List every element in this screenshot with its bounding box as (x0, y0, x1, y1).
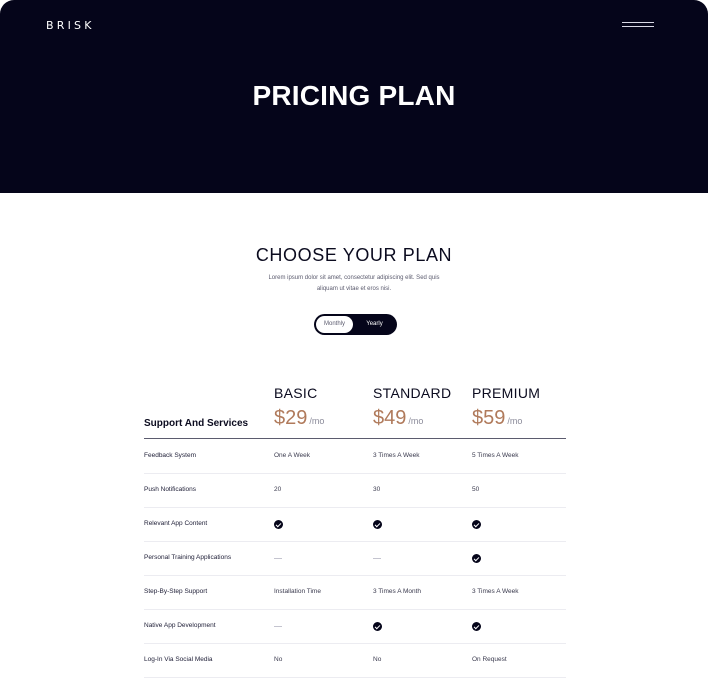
dash-icon (274, 626, 282, 627)
feature-label: Feedback System (144, 452, 197, 459)
table-row: Native App Development (144, 609, 566, 644)
feature-label: Log-In Via Social Media (144, 656, 213, 663)
table-cell: 3 Times A Week (373, 452, 420, 459)
hero-banner: BRISK PRICING PLAN (0, 0, 708, 193)
table-row: Push Notifications 20 30 50 (144, 473, 566, 508)
dash-icon (373, 558, 381, 559)
hamburger-menu-icon[interactable] (622, 20, 654, 30)
table-cell: One A Week (274, 452, 311, 459)
check-circle-icon (373, 622, 382, 631)
price-amount: $29 (274, 407, 308, 429)
table-cell: 50 (472, 486, 480, 493)
menu-line-top (622, 22, 654, 23)
plan-price-basic: $29/mo (274, 407, 324, 430)
table-row: Relevant App Content (144, 507, 566, 542)
billing-period-toggle[interactable]: Monthly Yearly (314, 314, 397, 335)
price-period: /mo (507, 416, 523, 426)
check-circle-icon (274, 520, 283, 529)
price-period: /mo (309, 416, 325, 426)
table-row: Personal Training Applications (144, 541, 566, 576)
plan-price-premium: $59/mo (472, 407, 522, 430)
price-amount: $59 (472, 407, 506, 429)
table-row: Feedback System One A Week 3 Times A Week 5… (144, 439, 566, 474)
table-cell: 30 (373, 486, 381, 493)
feature-label: Step-By-Step Support (144, 588, 208, 595)
toggle-monthly-option[interactable]: Monthly (316, 316, 353, 333)
table-cell: 3 Times A Month (373, 588, 422, 595)
table-row: Step-By-Step Support Installation Time 3 T… (144, 575, 566, 610)
section-description: Lorem ipsum dolor sit amet, consectetur … (268, 275, 440, 292)
feature-label: Relevant App Content (144, 520, 208, 527)
feature-label: Native App Development (144, 622, 216, 629)
toggle-yearly-option[interactable]: Yearly (356, 316, 393, 333)
plan-name-standard: STANDARD (373, 385, 452, 401)
table-row: Log-In Via Social Media No No On Request (144, 643, 566, 678)
feature-label: Personal Training Applications (144, 554, 232, 561)
table-cell: 5 Times A Week (472, 452, 519, 459)
page-title: PRICING PLAN (252, 80, 456, 111)
dash-icon (274, 558, 282, 559)
table-cell: On Request (472, 656, 507, 663)
plan-name-basic: BASIC (274, 385, 318, 401)
menu-line-bottom (622, 26, 654, 27)
check-circle-icon (472, 622, 481, 631)
check-circle-icon (472, 520, 481, 529)
feature-label: Push Notifications (144, 486, 197, 493)
plan-name-premium: PREMIUM (472, 385, 541, 401)
check-circle-icon (472, 554, 481, 563)
section-title: CHOOSE YOUR PLAN (255, 245, 453, 265)
table-cell: 20 (274, 486, 282, 493)
table-cell: Installation Time (274, 588, 321, 595)
price-period: /mo (408, 416, 424, 426)
brand-logo[interactable]: BRISK (46, 19, 95, 32)
check-circle-icon (373, 520, 382, 529)
plan-price-standard: $49/mo (373, 407, 423, 430)
price-amount: $49 (373, 407, 407, 429)
support-services-header: Support And Services (144, 418, 249, 429)
table-cell: 3 Times A Week (472, 588, 519, 595)
table-cell: No (274, 656, 283, 663)
table-cell: No (373, 656, 382, 663)
